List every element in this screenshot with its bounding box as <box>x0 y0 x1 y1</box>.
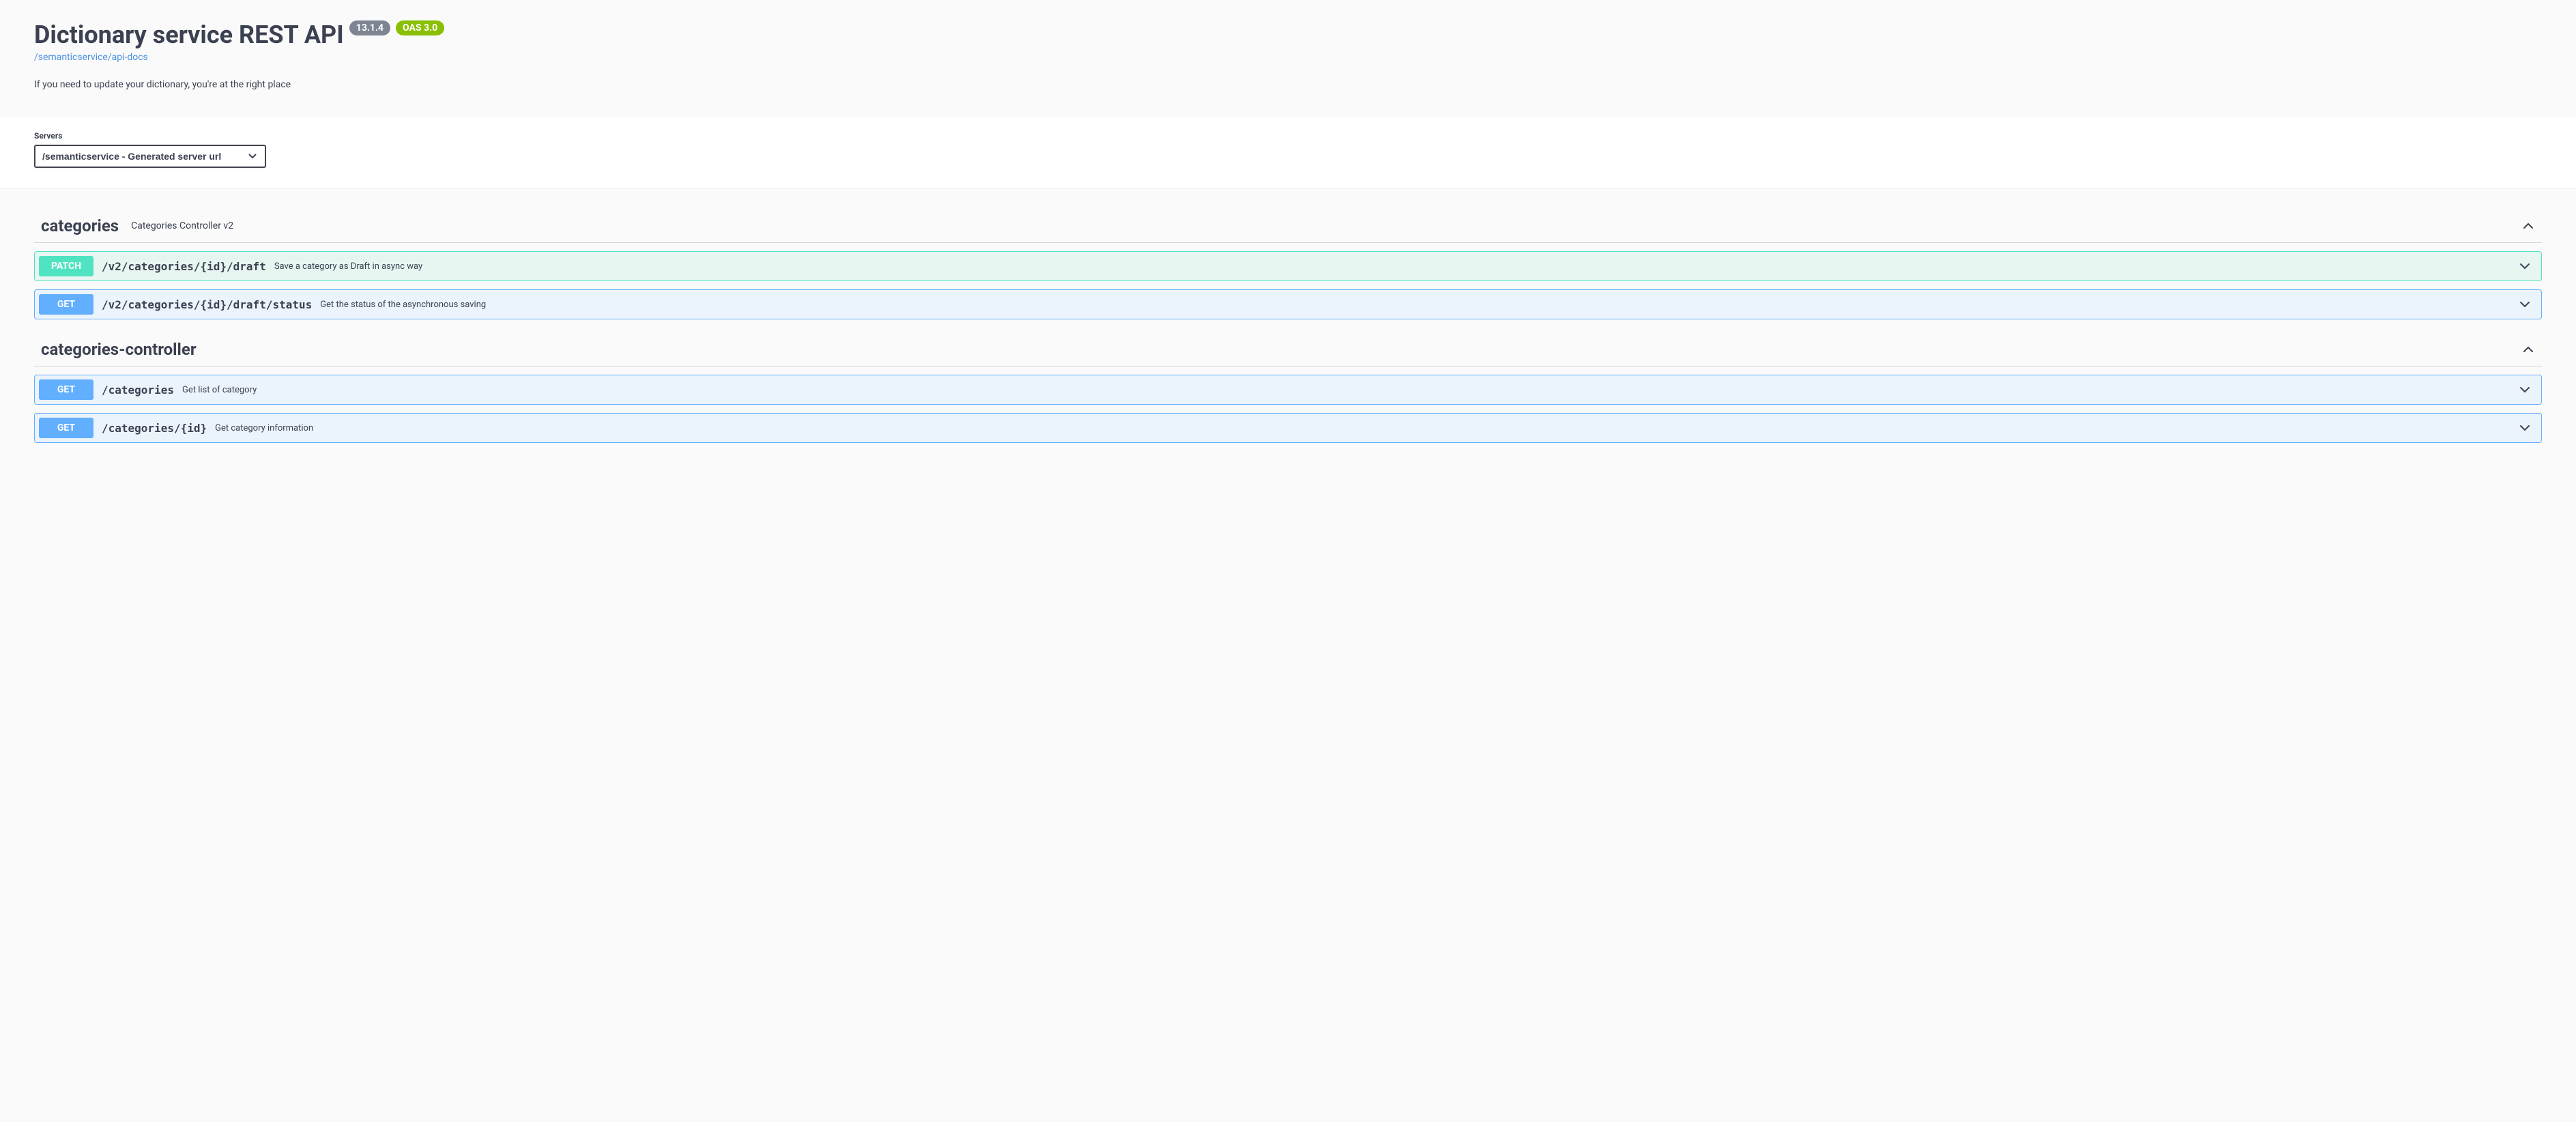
operation-summary: Save a category as Draft in async way <box>274 261 2518 272</box>
servers-label: Servers <box>34 131 2542 141</box>
method-badge: GET <box>39 294 93 315</box>
operation-path: /v2/categories/{id}/draft/status <box>102 298 312 311</box>
oas-badge: OAS 3.0 <box>396 20 444 35</box>
tag-description: Categories Controller v2 <box>131 220 2521 231</box>
operation-summary: Get category information <box>215 423 2518 433</box>
operation-get-v2-categories-id-draft-status[interactable]: GET /v2/categories/{id}/draft/status Get… <box>34 289 2542 319</box>
method-badge: PATCH <box>39 256 93 276</box>
method-badge: GET <box>39 418 93 438</box>
chevron-down-icon <box>2518 383 2532 397</box>
info-header: Dictionary service REST API 13.1.4 OAS 3… <box>0 0 2576 117</box>
operation-summary: Get list of category <box>182 385 2518 395</box>
operation-path: /v2/categories/{id}/draft <box>102 260 266 273</box>
operation-get-categories[interactable]: GET /categories Get list of category <box>34 375 2542 405</box>
version-badge: 13.1.4 <box>349 20 390 35</box>
chevron-down-icon <box>2518 421 2532 435</box>
chevron-down-icon <box>2518 259 2532 273</box>
operations-section: categories Categories Controller v2 PATC… <box>0 189 2576 463</box>
tag-block-categories: categories Categories Controller v2 PATC… <box>34 210 2542 319</box>
tag-name: categories <box>41 216 119 235</box>
operation-path: /categories <box>102 384 174 397</box>
method-badge: GET <box>39 379 93 400</box>
chevron-up-icon <box>2521 219 2535 233</box>
operation-path: /categories/{id} <box>102 422 207 435</box>
chevron-down-icon <box>2518 298 2532 311</box>
operation-patch-v2-categories-id-draft[interactable]: PATCH /v2/categories/{id}/draft Save a c… <box>34 251 2542 281</box>
server-select[interactable]: /semanticservice - Generated server url <box>34 145 266 168</box>
tag-block-categories-controller: categories-controller GET /categories Ge… <box>34 333 2542 443</box>
operation-summary: Get the status of the asynchronous savin… <box>320 300 2518 310</box>
operation-get-categories-id[interactable]: GET /categories/{id} Get category inform… <box>34 413 2542 443</box>
chevron-up-icon <box>2521 343 2535 356</box>
tag-header-categories[interactable]: categories Categories Controller v2 <box>34 210 2542 243</box>
api-title: Dictionary service REST API <box>34 20 344 49</box>
api-docs-link[interactable]: /semanticservice/api-docs <box>34 52 148 63</box>
tag-header-categories-controller[interactable]: categories-controller <box>34 333 2542 366</box>
servers-section: Servers /semanticservice - Generated ser… <box>0 117 2576 189</box>
api-description: If you need to update your dictionary, y… <box>34 79 2542 90</box>
tag-name: categories-controller <box>41 340 197 359</box>
